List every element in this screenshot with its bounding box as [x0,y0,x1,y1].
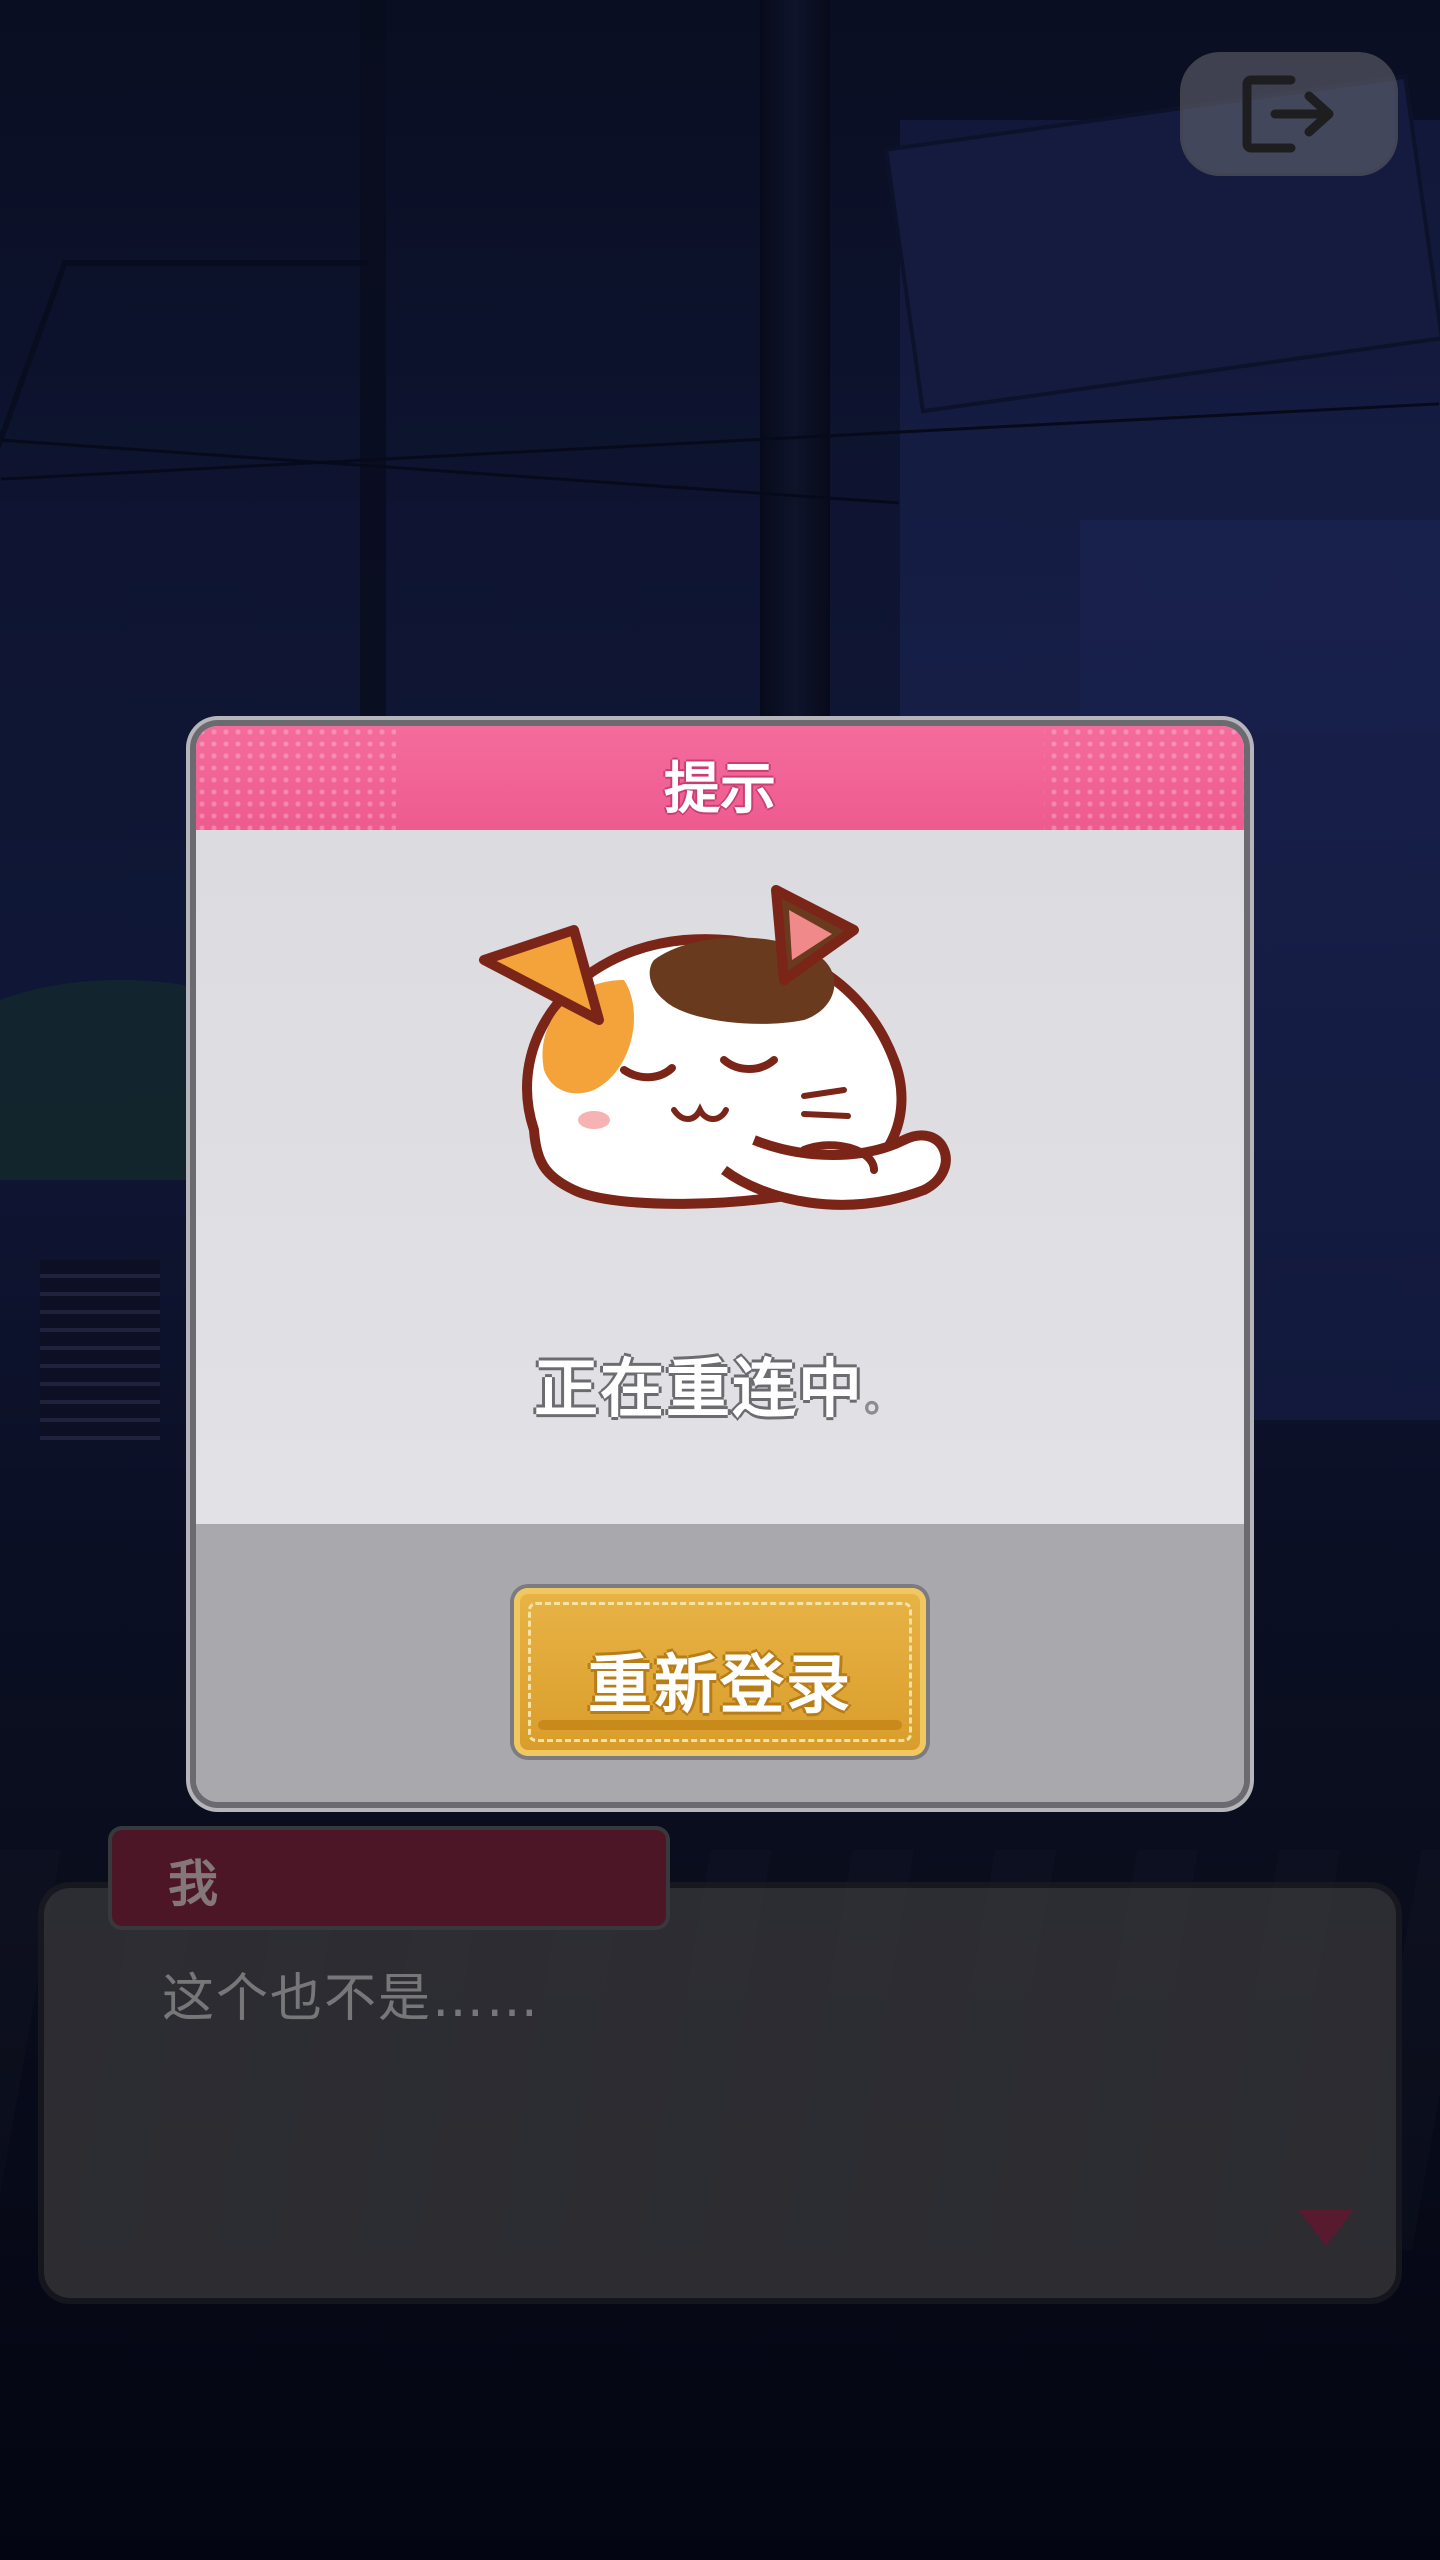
status-label: 正在重连中 [534,1353,864,1427]
sleeping-cat-icon [479,885,951,1210]
relogin-button-label: 重新登录 [588,1649,852,1723]
dialog-title: 提示 [664,757,776,822]
loading-dot-indicator: 。 [864,1375,906,1421]
relogin-button[interactable]: 重新登录 [514,1588,926,1756]
reconnecting-status: 正在重连中。 [0,1338,1440,1430]
game-screen: 这个也不是…… 我 提示 正在重连中。 重新登录 [0,0,1440,2560]
